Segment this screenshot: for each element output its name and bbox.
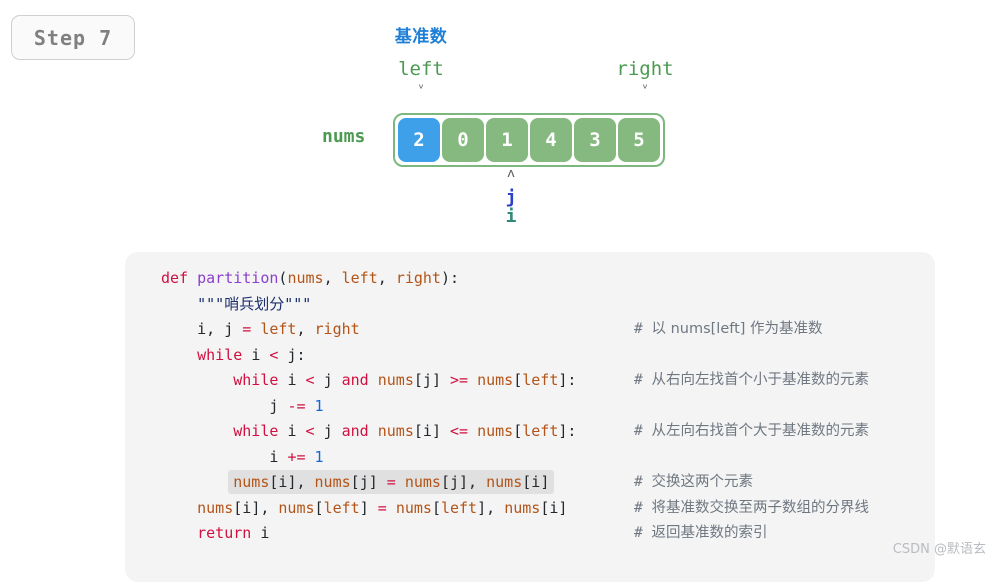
code-content: def partition(nums, left, right): """哨兵划… bbox=[125, 252, 935, 547]
code-line: while i < j and nums[i] <= nums[left]: # … bbox=[125, 419, 935, 445]
code-line-text: j -= 1 bbox=[269, 396, 324, 415]
code-line-text: i += 1 bbox=[269, 447, 324, 466]
code-comment: # 以 nums[left] 作为基准数 bbox=[634, 321, 823, 337]
ij-pointer-stack: j i bbox=[495, 188, 527, 226]
nums-label: nums bbox=[322, 126, 366, 147]
ij-caret-up-icon: ᴧ bbox=[507, 166, 515, 181]
array-container: 201435 bbox=[393, 113, 665, 167]
code-comment: # 将基准数交换至两子数组的分界线 bbox=[634, 499, 869, 516]
array-cell: 5 bbox=[618, 118, 660, 162]
code-line: i += 1 bbox=[125, 445, 935, 471]
code-line-text: i, j = left, right bbox=[197, 320, 360, 338]
code-comment: # 从左向右找首个大于基准数的元素 bbox=[634, 423, 869, 439]
code-line-text: """哨兵划分""" bbox=[197, 294, 312, 313]
code-comment: # 返回基准数的索引 bbox=[634, 525, 768, 541]
code-line: j -= 1 bbox=[125, 394, 935, 420]
code-line-text: def partition(nums, left, right): bbox=[161, 269, 460, 287]
code-line: return i # 返回基准数的索引 bbox=[125, 521, 935, 547]
array-cell: 3 bbox=[574, 118, 616, 162]
code-line: nums[i], nums[j] = nums[j], nums[i] # 交换这… bbox=[125, 470, 935, 496]
pointer-i-label: i bbox=[505, 206, 517, 227]
array-cell: 1 bbox=[486, 118, 528, 162]
code-line-text: while i < j and nums[j] >= nums[left]: bbox=[233, 371, 577, 389]
array-cell: 4 bbox=[530, 118, 572, 162]
array-cell: 0 bbox=[442, 118, 484, 162]
left-caret-down-icon: ᵛ bbox=[417, 82, 425, 97]
code-comment: # 交换这两个元素 bbox=[634, 474, 753, 490]
code-line-text: while i < j: bbox=[197, 345, 306, 364]
code-line-text: nums[i], nums[j] = nums[j], nums[i] bbox=[125, 470, 555, 496]
code-line: i, j = left, right # 以 nums[left] 作为基准数 bbox=[125, 317, 935, 343]
left-pointer-label: left bbox=[398, 58, 444, 80]
watermark: CSDN @默语玄 bbox=[892, 542, 986, 557]
code-line: """哨兵划分""" bbox=[125, 292, 935, 318]
code-block: def partition(nums, left, right): """哨兵划… bbox=[125, 252, 935, 582]
array-diagram: 基准数 left right ᵛ ᵛ nums 201435 ᴧ j i bbox=[0, 0, 998, 250]
right-caret-down-icon: ᵛ bbox=[641, 82, 649, 97]
code-line-text: nums[i], nums[left] = nums[left], nums[i… bbox=[197, 498, 568, 517]
code-line: def partition(nums, left, right): bbox=[125, 266, 935, 292]
code-line-text: return i bbox=[197, 524, 270, 542]
code-line: while i < j: bbox=[125, 343, 935, 369]
pointer-j-label: j bbox=[505, 187, 517, 208]
code-line: while i < j and nums[j] >= nums[left]: # … bbox=[125, 368, 935, 394]
right-pointer-label: right bbox=[616, 58, 674, 80]
array-cell: 2 bbox=[398, 118, 440, 162]
pivot-title: 基准数 bbox=[394, 27, 448, 47]
code-line-text: while i < j and nums[i] <= nums[left]: bbox=[233, 422, 577, 440]
code-line: nums[i], nums[left] = nums[left], nums[i… bbox=[125, 496, 935, 522]
code-comment: # 从右向左找首个小于基准数的元素 bbox=[634, 372, 869, 388]
